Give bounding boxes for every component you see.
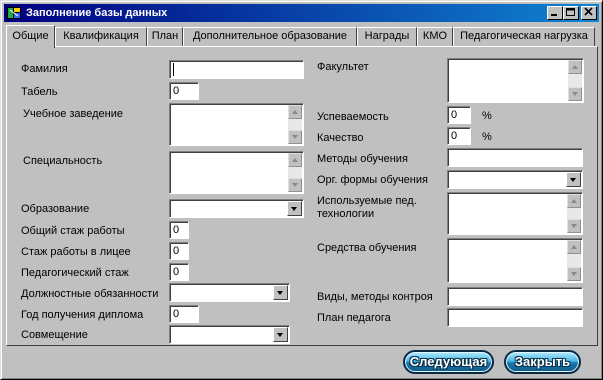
- surname-input[interactable]: [169, 60, 304, 79]
- quality-percent-sign: %: [482, 131, 492, 143]
- duties-dropdown-button[interactable]: [273, 285, 288, 300]
- chevron-down-icon: [291, 207, 297, 211]
- tab-plan[interactable]: План: [147, 27, 183, 46]
- scroll-down-button[interactable]: [288, 178, 302, 192]
- org-forms-dropdown-button[interactable]: [566, 172, 581, 187]
- arrow-down-icon: [571, 272, 577, 276]
- tab-panel-general: Фамилия Табель 0 Учебное заведение Специ…: [6, 46, 598, 346]
- arrow-down-icon: [292, 183, 298, 187]
- tabel-input[interactable]: 0: [169, 82, 199, 100]
- total-experience-label: Общий стаж работы: [21, 225, 125, 237]
- ped-technologies-memo[interactable]: [447, 192, 583, 235]
- app-icon: [7, 7, 21, 19]
- education-dropdown-button[interactable]: [287, 201, 302, 216]
- teaching-aids-memo[interactable]: [447, 238, 583, 283]
- chevron-down-icon: [277, 291, 283, 295]
- arrow-down-icon: [572, 92, 578, 96]
- lyceum-experience-label: Стаж работы в лицее: [21, 246, 131, 258]
- quality-label: Качество: [317, 132, 364, 144]
- progress-label: Успеваемость: [317, 111, 389, 123]
- combined-job-select[interactable]: [169, 325, 290, 344]
- progress-input[interactable]: 0: [447, 106, 471, 124]
- duties-select[interactable]: [169, 283, 290, 302]
- specialty-memo[interactable]: [169, 151, 304, 194]
- scroll-down-button[interactable]: [567, 267, 581, 281]
- institution-memo[interactable]: [169, 103, 304, 146]
- org-forms-label: Орг. формы обучения: [317, 174, 428, 186]
- specialty-label: Специальность: [23, 155, 103, 167]
- diploma-year-input[interactable]: 0: [169, 305, 199, 323]
- arrow-up-icon: [292, 158, 298, 162]
- arrow-up-icon: [572, 65, 578, 69]
- main-window: Заполнение базы данных Общие Квалификаци…: [0, 0, 603, 380]
- tab-general[interactable]: Общие: [6, 25, 55, 48]
- education-select[interactable]: [169, 199, 304, 218]
- arrow-up-icon: [571, 199, 577, 203]
- minimize-button[interactable]: [547, 6, 563, 20]
- scroll-down-button[interactable]: [567, 219, 581, 233]
- progress-percent-sign: %: [482, 110, 492, 122]
- combined-job-dropdown-button[interactable]: [273, 327, 288, 342]
- minimize-icon: [551, 14, 557, 16]
- scroll-down-button[interactable]: [288, 130, 302, 144]
- control-methods-label: Виды, методы контроя: [317, 291, 433, 303]
- scroll-down-button[interactable]: [568, 87, 582, 101]
- diploma-year-label: Год получения диплома: [21, 309, 144, 321]
- scroll-up-button[interactable]: [567, 194, 581, 208]
- tab-teaching-load[interactable]: Педагогическая нагрузка: [453, 27, 595, 46]
- tab-strip: Общие Квалификация План Дополнительное о…: [6, 25, 599, 48]
- close-icon: [584, 7, 593, 16]
- tab-awards[interactable]: Награды: [357, 27, 417, 46]
- ped-technologies-label: Используемые пед. технологии: [317, 195, 417, 220]
- faculty-label: Факультет: [317, 61, 369, 73]
- specialty-scrollbar[interactable]: [288, 153, 302, 192]
- teaching-methods-label: Методы обучения: [317, 153, 408, 165]
- duties-label: Должностные обязанности: [21, 288, 159, 300]
- teaching-aids-label: Средства обучения: [317, 242, 417, 254]
- next-button[interactable]: Следующая: [403, 350, 494, 374]
- tab-additional-education[interactable]: Дополнительное образование: [183, 27, 357, 46]
- tabel-label: Табель: [21, 86, 58, 98]
- teacher-plan-label: План педагога: [317, 312, 391, 324]
- combined-job-label: Совмещение: [21, 329, 88, 341]
- teaching-experience-input[interactable]: 0: [169, 263, 189, 281]
- chevron-down-icon: [277, 333, 283, 337]
- tab-qualification[interactable]: Квалификация: [55, 27, 147, 46]
- scroll-up-button[interactable]: [568, 60, 582, 74]
- teaching-aids-scrollbar[interactable]: [567, 240, 581, 281]
- education-label: Образование: [21, 203, 90, 215]
- lyceum-experience-input[interactable]: 0: [169, 242, 189, 260]
- window-title: Заполнение базы данных: [26, 7, 168, 19]
- ped-technologies-scrollbar[interactable]: [567, 194, 581, 233]
- scroll-up-button[interactable]: [567, 240, 581, 254]
- quality-input[interactable]: 0: [447, 127, 471, 145]
- surname-label: Фамилия: [21, 63, 68, 75]
- teaching-experience-label: Педагогический стаж: [21, 267, 129, 279]
- faculty-memo[interactable]: [447, 58, 584, 103]
- maximize-button[interactable]: [563, 6, 579, 20]
- teaching-methods-input[interactable]: [447, 148, 583, 167]
- total-experience-input[interactable]: 0: [169, 221, 189, 239]
- close-window-button[interactable]: [581, 6, 597, 20]
- maximize-icon: [566, 8, 575, 16]
- faculty-scrollbar[interactable]: [568, 60, 582, 101]
- org-forms-select[interactable]: [447, 170, 583, 189]
- teacher-plan-input[interactable]: [447, 308, 583, 327]
- arrow-down-icon: [571, 224, 577, 228]
- control-methods-input[interactable]: [447, 287, 583, 306]
- close-button[interactable]: Закрыть: [504, 350, 581, 374]
- arrow-up-icon: [571, 245, 577, 249]
- title-bar[interactable]: Заполнение базы данных: [4, 4, 599, 22]
- text-caret: [173, 63, 174, 76]
- tab-kmo[interactable]: КМО: [417, 27, 453, 46]
- institution-label: Учебное заведение: [23, 108, 124, 120]
- scroll-up-button[interactable]: [288, 153, 302, 167]
- scroll-up-button[interactable]: [288, 105, 302, 119]
- arrow-down-icon: [292, 135, 298, 139]
- arrow-up-icon: [292, 110, 298, 114]
- chevron-down-icon: [570, 178, 576, 182]
- institution-scrollbar[interactable]: [288, 105, 302, 144]
